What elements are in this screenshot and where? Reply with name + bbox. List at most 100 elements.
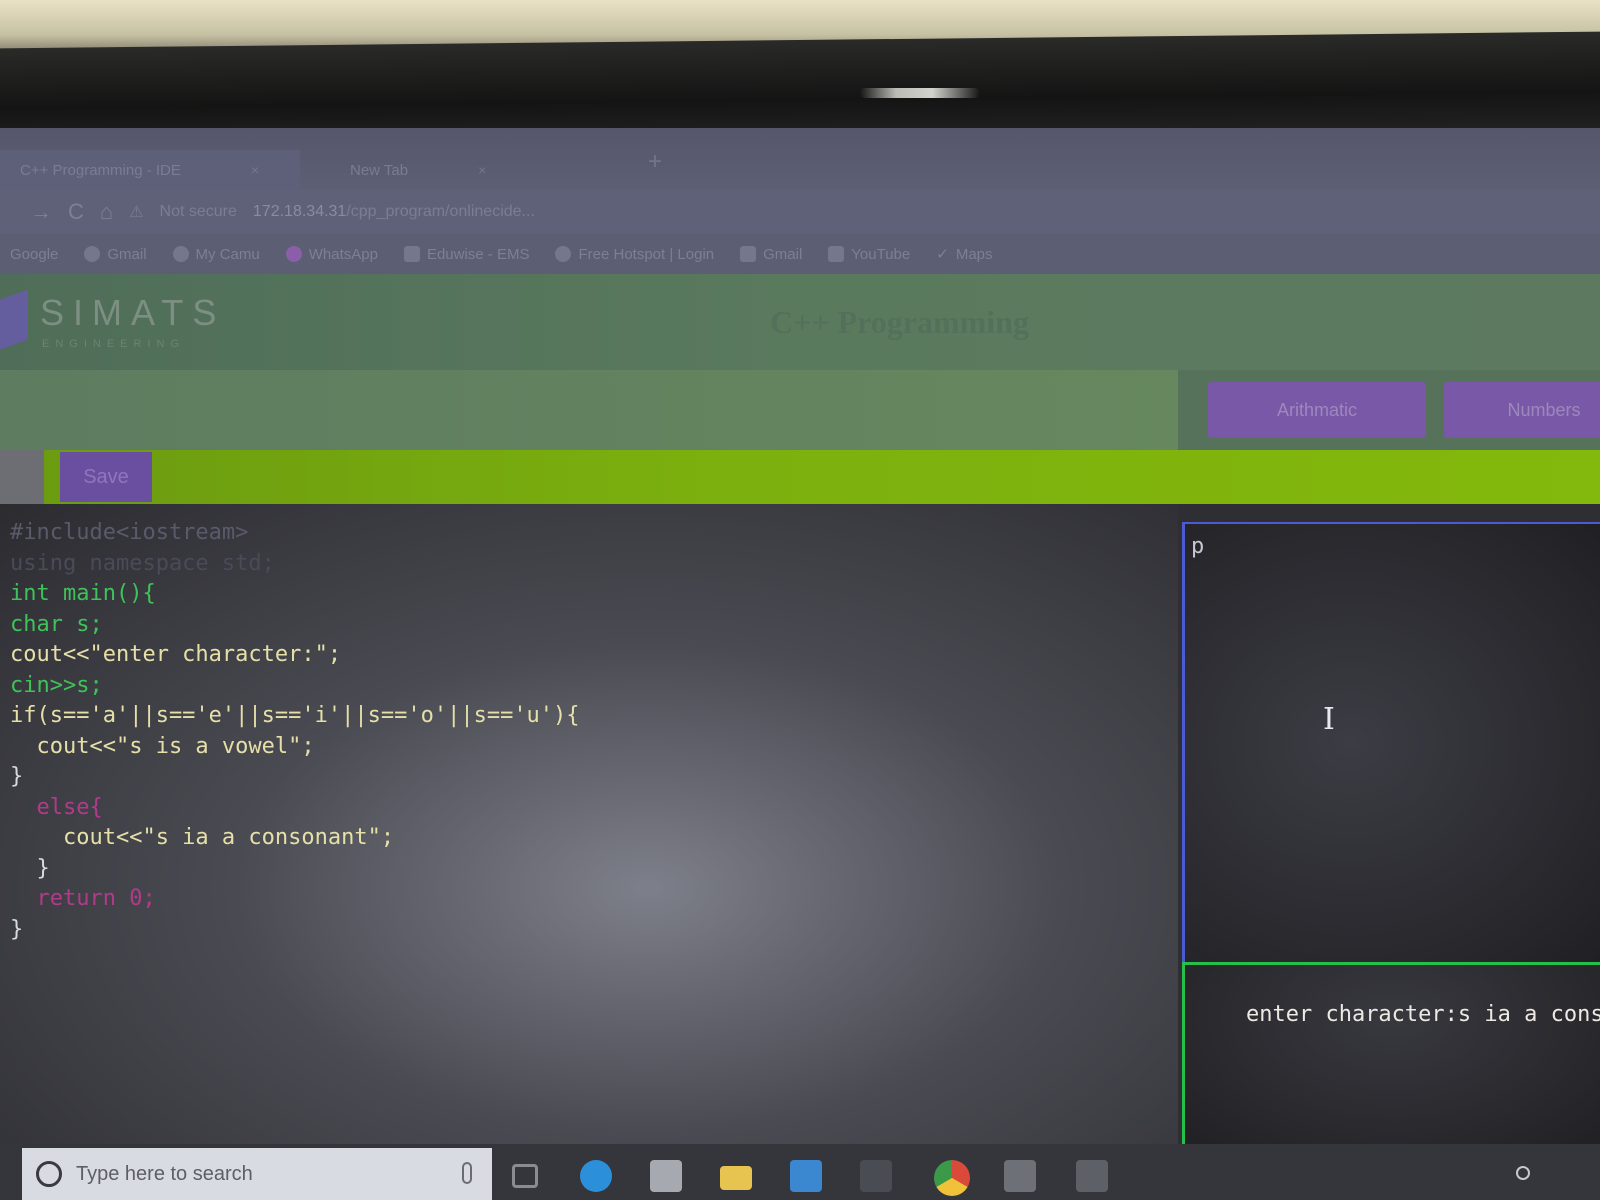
save-button[interactable]: Save [60,452,152,502]
tab-title: C++ Programming - IDE [20,161,181,179]
bookmark-hotspot[interactable]: Free Hotspot | Login [555,246,714,263]
code-line: cout<<"s ia a consonant"; [10,823,1178,854]
cortana-icon [36,1161,62,1187]
gmail-icon [84,246,101,262]
whatsapp-icon [285,246,302,262]
chrome-icon[interactable] [934,1160,970,1196]
code-line: int main(){ [10,579,1178,610]
bookmark-label: Maps [955,245,993,263]
code-text: return 0; [10,886,156,911]
code-text: using namespace std; [10,550,275,576]
url-input[interactable]: 172.18.34.31/cpp_program/onlinecide... [253,203,535,221]
bookmarks-bar: Google Gmail My Camu WhatsApp Eduwise - … [0,234,1600,274]
output-text: enter character:s ia a consonant [1245,1002,1600,1027]
text-cursor-icon: I [1323,702,1335,737]
logo-subtitle: ENGINEERING [42,338,186,350]
bookmark-label: Eduwise - EMS [426,245,530,263]
numbers-button[interactable]: Numbers [1444,382,1600,438]
bookmark-label: YouTube [851,245,911,263]
microphone-icon[interactable] [462,1162,472,1184]
code-line: if(s=='a'||s=='e'||s=='i'||s=='o'||s=='u… [10,701,1178,732]
stdin-text: p [1191,534,1205,559]
bookmark-google[interactable]: Google [10,246,58,263]
window-icon[interactable] [1004,1160,1036,1192]
browser-tabstrip: C++ Programming - IDE × New Tab × + [0,128,1600,190]
bookmark-label: Gmail [763,245,803,263]
code-line: } [10,915,1178,946]
bookmark-youtube[interactable]: YouTube [828,246,910,263]
security-label: Not secure [159,203,237,220]
program-toolbar: Arithmatic Numbers [0,370,1600,450]
bookmark-maps[interactable]: ✓ Maps [936,245,993,264]
bookmark-eduwise[interactable]: Eduwise - EMS [403,245,530,263]
code-text: int main(){ [10,581,156,606]
code-line: #include<iostream> [10,518,1178,549]
code-line: } [10,854,1178,885]
code-text: if(s=='a'||s=='e'||s=='i'||s=='o'||s=='u… [10,703,580,728]
code-text: } [10,916,24,942]
search-placeholder: Type here to search [76,1162,253,1185]
code-line: char s; [10,610,1178,641]
code-text: cout<<"s ia a consonant"; [10,825,395,850]
eduwise-icon [403,246,420,262]
app-icon[interactable] [860,1160,892,1192]
bookmark-gmail-2[interactable]: Gmail [740,246,802,263]
code-editor[interactable]: #include<iostream> using namespace std; … [0,504,1178,1144]
people-icon[interactable] [1516,1166,1530,1180]
code-text: #include<iostream> [10,520,249,545]
url-host: 172.18.34.31 [252,203,347,220]
code-text: cin>>s; [10,672,103,698]
output-console: enter character:s ia a consonant [1182,962,1600,1144]
code-line: return 0; [10,884,1178,915]
close-icon[interactable]: × [478,162,486,178]
warning-icon: ⚠ [129,204,144,221]
code-line: } [10,762,1178,793]
bookmark-label: My Camu [195,245,260,263]
bookmark-label: WhatsApp [308,245,378,263]
forward-icon[interactable]: → [30,199,52,225]
bookmark-mycamu[interactable]: My Camu [172,245,260,263]
maps-icon: ✓ [936,246,949,263]
code-line: else{ [10,793,1178,824]
url-path: /cpp_program/onlinecide... [346,203,535,220]
mail-icon [740,246,757,262]
code-line: cin>>s; [10,671,1178,702]
bookmark-label: Google [10,245,59,263]
task-view-icon[interactable] [512,1164,538,1188]
code-line: cout<<"s is a vowel"; [10,732,1178,763]
app-header: SIMATS ENGINEERING C++ Programming [0,274,1600,370]
store-icon[interactable] [650,1160,682,1192]
youtube-icon [828,246,845,262]
globe-icon [555,246,572,262]
stdin-input[interactable]: p I [1182,522,1600,962]
bookmark-gmail[interactable]: Gmail [84,245,147,263]
arithmetic-button[interactable]: Arithmatic [1208,382,1426,438]
code-text: cout<<"s is a vowel"; [10,733,315,759]
bookmark-whatsapp[interactable]: WhatsApp [285,245,378,263]
tab-new[interactable]: New Tab × [330,150,630,190]
close-icon[interactable]: × [251,162,259,178]
file-explorer-icon[interactable] [720,1166,752,1190]
code-line: using namespace std; [10,549,1178,580]
tab-title: New Tab [350,161,409,179]
home-icon[interactable]: ⌂ [100,199,113,225]
camu-icon [172,246,189,262]
bezel-scratch [860,88,980,98]
taskbar-search-input[interactable]: Type here to search [22,1148,492,1200]
window-icon[interactable] [1076,1160,1108,1192]
bookmark-label: Gmail [107,245,147,263]
code-text: } [10,764,24,789]
logo-text: SIMATS [40,292,226,333]
code-text: char s; [10,611,103,637]
address-bar: → C ⌂ ⚠ Not secure 172.18.34.31/cpp_prog… [0,190,1600,234]
edge-icon[interactable] [580,1160,612,1192]
mail-app-icon[interactable] [790,1160,822,1192]
tab-ide[interactable]: C++ Programming - IDE × [0,150,300,190]
code-line: cout<<"enter character:"; [10,640,1178,671]
reload-icon[interactable]: C [68,199,84,225]
code-text: cout<<"enter character:"; [10,642,342,667]
code-text: } [10,855,50,881]
editor-actionbar: Save [0,450,1600,504]
code-text: else{ [10,794,103,820]
new-tab-button[interactable]: + [648,148,662,176]
